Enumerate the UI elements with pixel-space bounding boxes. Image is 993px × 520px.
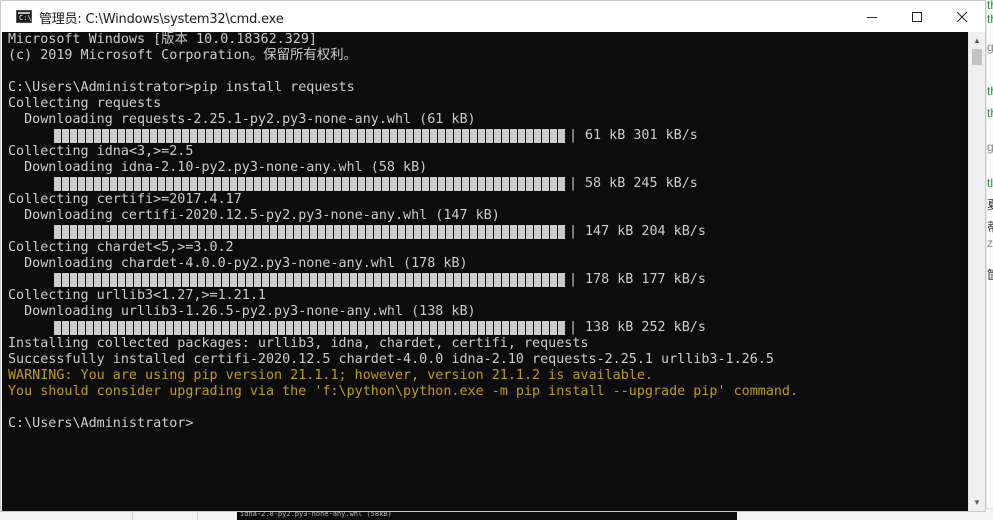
close-button[interactable] (939, 1, 985, 32)
console-line: Downloading certifi-2020.12.5-py2.py3-no… (8, 208, 500, 223)
background-text-fragment: th (987, 0, 993, 12)
background-text-fragment: 筐 (987, 266, 993, 283)
vertical-scrollbar[interactable]: ▲ ▼ (968, 32, 985, 511)
progress-pipe: | (569, 320, 578, 335)
background-text-fragment: 蒂 (987, 218, 993, 235)
console-line: C:\Users\Administrator> (8, 416, 194, 431)
console-line: Successfully installed certifi-2020.12.5… (8, 352, 774, 367)
progress-line: | 178 kB 177 kB/s (8, 272, 798, 288)
scroll-thumb[interactable] (972, 49, 982, 65)
progress-stats: 178 kB 177 kB/s (585, 272, 706, 287)
window-title: 管理员: C:\Windows\system32\cmd.exe (39, 12, 284, 27)
warning-line: WARNING: You are using pip version 21.1.… (8, 368, 653, 383)
background-text-fragment: g (987, 40, 993, 54)
close-icon (956, 11, 968, 23)
console-line: Downloading chardet-4.0.0-py2.py3-none-a… (8, 256, 468, 271)
cmd-icon[interactable]: C:\ (16, 10, 32, 23)
minimize-icon (867, 17, 877, 18)
background-text-fragment: th (987, 84, 993, 98)
console-line: Collecting idna<3,>=2.5 (8, 144, 194, 159)
console-line: Downloading urllib3-1.26.5-py2.py3-none-… (8, 304, 476, 319)
progress-pipe: | (569, 272, 578, 287)
background-text-fragment: g (987, 140, 993, 154)
progress-stats: 61 kB 301 kB/s (585, 128, 698, 143)
progress-stats: 147 kB 204 kB/s (585, 224, 706, 239)
console-line: Collecting chardet<5,>=3.0.2 (8, 240, 234, 255)
maximize-icon (912, 12, 922, 22)
progress-line: | 138 kB 252 kB/s (8, 320, 798, 336)
minimize-button[interactable] (849, 1, 895, 32)
progress-bar (54, 129, 566, 143)
progress-pipe: | (569, 128, 578, 143)
warning-line: You should consider upgrading via the 'f… (8, 384, 799, 399)
console-line: Collecting requests (8, 96, 162, 111)
console-line: Downloading idna-2.10-py2.py3-none-any.w… (8, 160, 428, 175)
background-text-fragment: tl (987, 176, 993, 190)
console-line: (c) 2019 Microsoft Corporation。保留所有权利。 (8, 48, 357, 63)
background-text-fragment: th (987, 106, 993, 120)
scroll-down-arrow-icon[interactable]: ▼ (969, 494, 985, 511)
console-text: Microsoft Windows [版本 10.0.18362.329] (c)… (8, 32, 798, 432)
progress-line: | 61 kB 301 kB/s (8, 128, 798, 144)
console-line: Downloading requests-2.25.1-py2.py3-none… (8, 112, 476, 127)
console-line: Collecting urllib3<1.27,>=1.21.1 (8, 288, 266, 303)
progress-bar (54, 225, 566, 239)
progress-line: | 147 kB 204 kB/s (8, 224, 798, 240)
console-line: C:\Users\Administrator>pip install reque… (8, 80, 355, 95)
progress-line: | 58 kB 245 kB/s (8, 176, 798, 192)
background-window-edge: ththgththgtl夏蒂zt筐 (986, 0, 993, 519)
progress-pipe: | (569, 224, 578, 239)
console-line: Microsoft Windows [版本 10.0.18362.329] (8, 32, 317, 47)
console-line: Installing collected packages: urllib3, … (8, 336, 589, 351)
progress-stats: 138 kB 252 kB/s (585, 320, 706, 335)
title-bar[interactable]: C:\ 管理员: C:\Windows\system32\cmd.exe (1, 1, 985, 32)
cmd-window: C:\ 管理员: C:\Windows\system32\cmd.exe Mic… (0, 0, 986, 512)
progress-bar (54, 321, 566, 335)
background-text-fragment: 夏 (987, 196, 993, 213)
progress-pipe: | (569, 176, 578, 191)
background-text-fragment: th (987, 12, 993, 26)
console-output[interactable]: Microsoft Windows [版本 10.0.18362.329] (c)… (2, 32, 968, 511)
maximize-button[interactable] (894, 1, 940, 32)
console-line: Collecting certifi>=2017.4.17 (8, 192, 242, 207)
scroll-up-arrow-icon[interactable]: ▲ (969, 32, 985, 49)
progress-bar (54, 177, 566, 191)
progress-stats: 58 kB 245 kB/s (585, 176, 698, 191)
progress-bar (54, 273, 566, 287)
background-text-fragment: zt (987, 236, 993, 250)
